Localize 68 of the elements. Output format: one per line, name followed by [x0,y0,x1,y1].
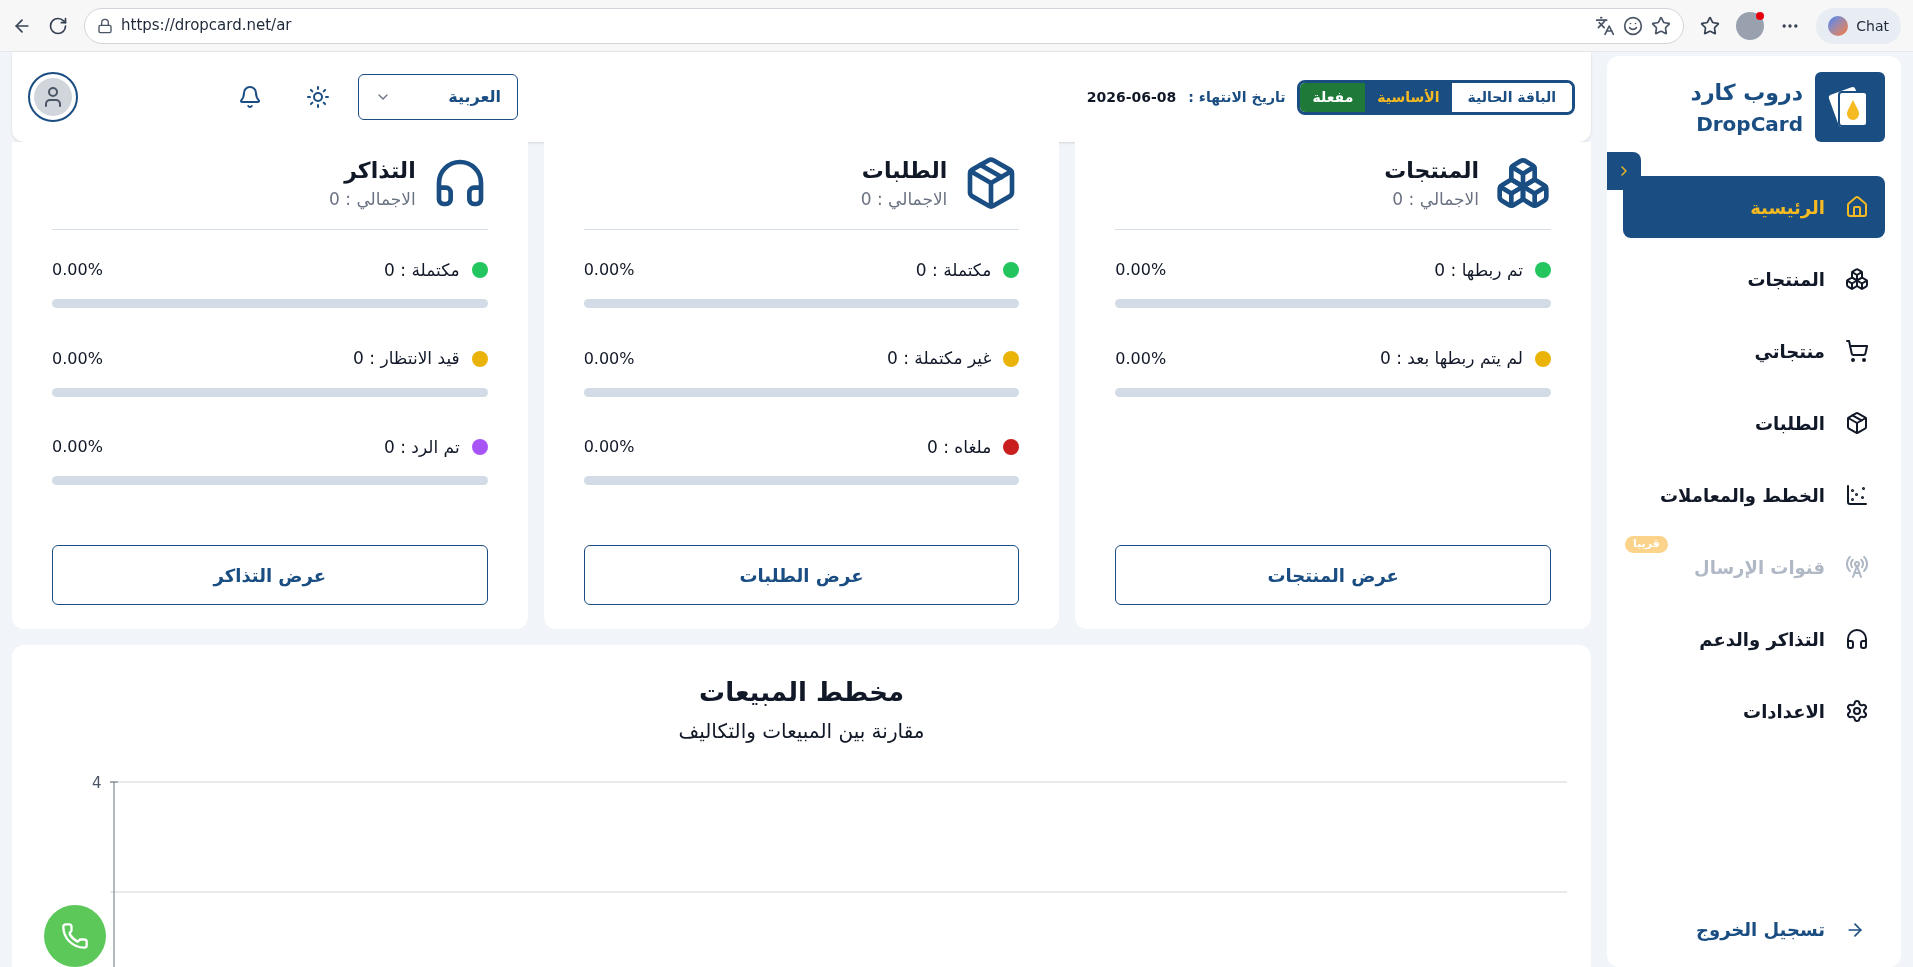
sidebar-item[interactable]: الرئيسية [1623,176,1885,238]
home-icon [1845,195,1869,219]
card-title: الطلبات [860,157,948,185]
brand-name: دروب كارد [1690,78,1803,108]
chat-button[interactable]: Chat [1816,7,1901,44]
headset-icon [1845,627,1869,651]
sidebar-item[interactable]: الخطط والمعاملات [1623,464,1885,526]
logo-icon [1815,72,1885,142]
brand-name-latin: DropCard [1695,110,1803,138]
sidebar-item[interactable]: منتجاتي [1623,320,1885,382]
stat-percent: 0.00% [583,259,635,282]
expiry-label: تاريخ الانتهاء : [1188,87,1286,108]
theme-icon[interactable] [306,85,330,109]
notification-icon[interactable] [238,85,262,109]
lock-icon [97,17,113,34]
stat-label: مكتملة : 0 [383,258,460,282]
user-avatar[interactable] [28,72,78,122]
view-button[interactable]: عرض المنتجات [1115,545,1551,605]
chart-title: مخطط المبيعات [699,676,904,709]
stat-percent: 0.00% [1115,347,1167,370]
view-button[interactable]: عرض التذاكر [52,545,488,605]
sidebar-item[interactable]: التذاكر والدعم [1623,608,1885,670]
stat-percent: 0.00% [1115,259,1167,282]
settings-icon [1845,699,1869,723]
plan-name: الأساسية [1365,82,1452,112]
sidebar-item[interactable]: الاعدادات [1623,680,1885,742]
chart-icon [1845,483,1869,507]
sidebar-item[interactable]: الطلبات [1623,392,1885,454]
phone-icon [61,922,89,950]
stat-label: تم الرد : 0 [383,435,460,459]
favorites-icon[interactable] [1700,15,1721,36]
stat-percent: 0.00% [583,347,635,370]
stat-label: قيد الانتظار : 0 [352,347,460,370]
sidebar-item[interactable]: المنتجات [1623,248,1885,310]
stat-percent: 0.00% [52,259,103,282]
stat-percent: 0.00% [583,436,635,459]
stat-label: مكتملة : 0 [914,258,992,282]
card-total: الاجمالي : 0 [1391,188,1479,212]
stat-label: ملغاه : 0 [925,435,992,459]
face-icon[interactable] [1623,15,1644,36]
stat-percent: 0.00% [52,436,103,459]
axis-tick-label: 4 [92,773,102,794]
antenna-icon [1845,555,1869,579]
card-total: الاجمالي : 0 [860,188,948,212]
cubes-icon [1845,267,1869,291]
chart-subtitle: مقارنة بين المبيعات والتكاليف [678,718,925,745]
stat-label: غير مكتملة : 0 [885,347,992,370]
stat-label: لم يتم ربطها بعد : 0 [1379,347,1523,371]
stat-label: تم ربطها : 0 [1433,258,1523,283]
card-title: المنتجات [1384,157,1479,185]
reload-icon[interactable] [48,15,68,36]
soon-badge: قريبا [1625,536,1668,553]
box-icon [1845,411,1869,435]
card-title: التذاكر [342,157,416,186]
plan-status: مفعلة [1300,82,1366,112]
stat-percent: 0.00% [52,347,103,370]
address-bar[interactable]: https://dropcard.net/ar [84,7,1685,44]
copilot-icon [1828,15,1849,36]
url-text: https://dropcard.net/ar [121,15,293,37]
profile-avatar[interactable] [1736,11,1765,40]
cart-icon [1845,339,1869,363]
expiry-date: 2026-06-08 [1086,87,1177,107]
view-button[interactable]: عرض الطلبات [583,545,1020,605]
logout-link[interactable]: تسجيل الخروج [1623,916,1885,943]
translate-icon[interactable] [1595,15,1616,36]
language-select[interactable]: العربية [358,74,518,120]
star-icon[interactable] [1651,15,1672,36]
card-total: الاجمالي : 0 [329,188,416,212]
